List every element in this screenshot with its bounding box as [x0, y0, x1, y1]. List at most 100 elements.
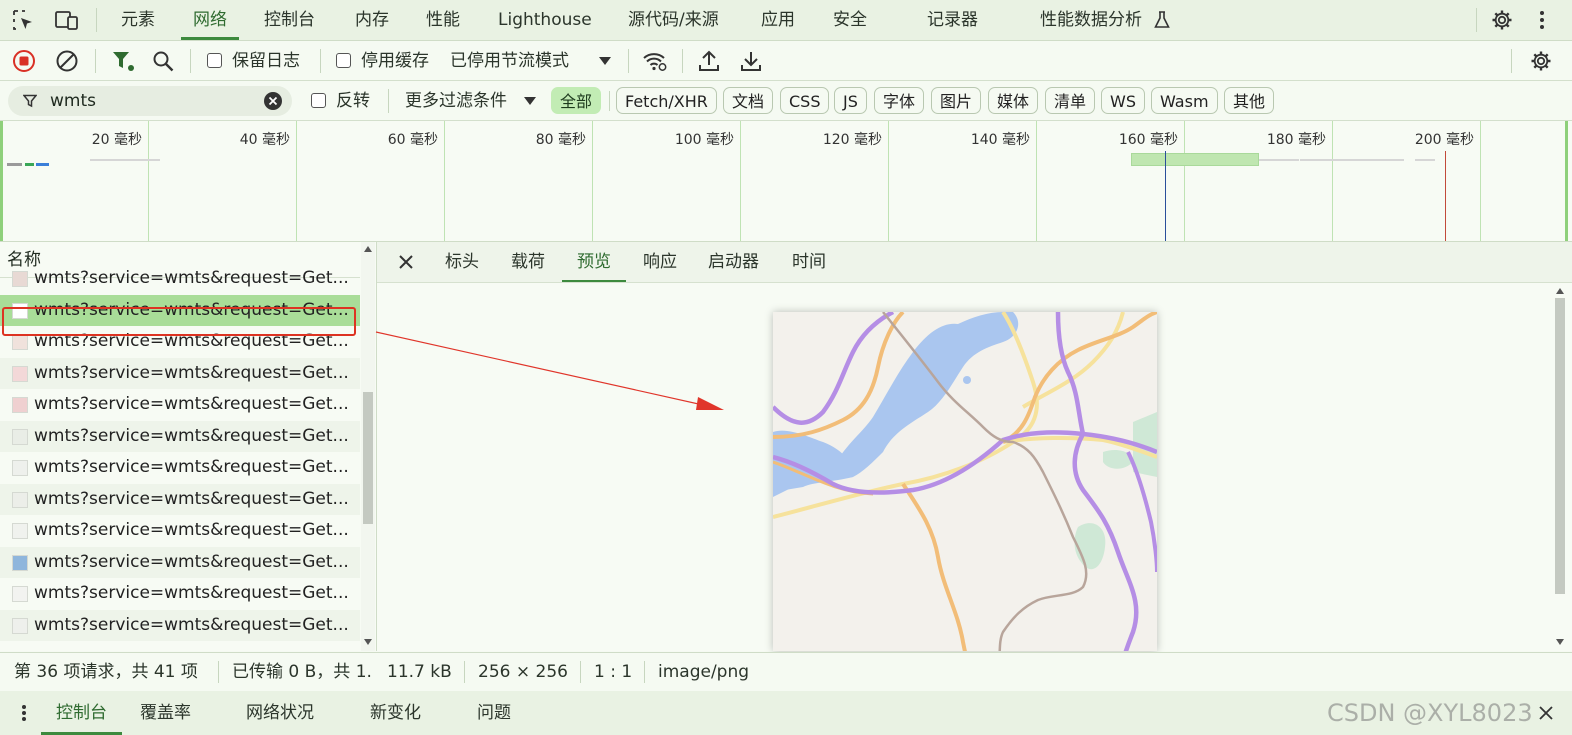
scroll-down-arrow-icon[interactable] — [1556, 639, 1564, 645]
detail-tabbar: 标头 载荷 预览 响应 启动器 时间 — [377, 242, 1572, 283]
tick-label: 40 毫秒 — [239, 132, 290, 148]
tab-initiator[interactable]: 启动器 — [708, 242, 759, 282]
type-filter-doc[interactable]: 文档 — [723, 87, 774, 114]
clear-icon[interactable] — [54, 49, 80, 73]
search-icon[interactable] — [150, 49, 176, 73]
type-filter-fetch-xhr[interactable]: Fetch/XHR — [616, 87, 717, 114]
clear-filter-icon[interactable] — [263, 91, 283, 111]
drawer-tab-whats-new[interactable]: 新变化 — [370, 691, 421, 735]
network-conditions-wifi-icon[interactable] — [641, 49, 669, 73]
tab-timing[interactable]: 时间 — [792, 242, 826, 282]
tab-response[interactable]: 响应 — [643, 242, 677, 282]
export-har-download-icon[interactable] — [739, 49, 763, 73]
network-settings-gear-icon[interactable] — [1528, 49, 1554, 73]
image-preview — [773, 312, 1157, 651]
scroll-up-arrow-icon[interactable] — [1556, 288, 1564, 294]
list-scrollbar-thumb[interactable] — [363, 392, 373, 524]
type-filter-manifest[interactable]: 清单 — [1045, 87, 1096, 114]
type-filter-ws[interactable]: WS — [1101, 87, 1145, 114]
filter-bar: wmts 反转 更多过滤条件 全部 Fetch/XHR 文档 CSS JS 字体… — [0, 81, 1572, 121]
drawer-tabbar: 控制台 覆盖率 网络状况 新变化 问题 CSDN @XYL8023 — [0, 691, 1572, 735]
request-row[interactable]: wmts?service=wmts&request=Get... — [0, 609, 360, 641]
tab-console[interactable]: 控制台 — [264, 0, 315, 40]
tab-security[interactable]: 安全 — [833, 0, 867, 40]
close-drawer-icon[interactable] — [1536, 703, 1556, 723]
type-filter-media[interactable]: 媒体 — [988, 87, 1039, 114]
tab-payload[interactable]: 载荷 — [511, 242, 545, 282]
transferred-text: 已传输 0 B，共 1. — [232, 662, 372, 682]
divider — [644, 661, 645, 683]
preview-scrollbar-thumb[interactable] — [1555, 298, 1565, 594]
record-stop-icon[interactable] — [11, 49, 37, 73]
request-row[interactable]: wmts?service=wmts&request=Get... — [0, 389, 360, 420]
request-row[interactable]: wmts?service=wmts&request=Get... — [0, 483, 360, 515]
inspect-element-icon[interactable] — [10, 8, 36, 32]
divider — [580, 661, 581, 683]
flask-icon — [1152, 10, 1172, 30]
devtools-panel-tabbar: 元素 网络 控制台 内存 性能 Lighthouse 源代码/来源 应用 安全 … — [0, 0, 1572, 41]
more-options-icon[interactable] — [1532, 8, 1552, 32]
drawer-tab-network-conditions[interactable]: 网络状况 — [246, 691, 314, 735]
filter-input[interactable]: wmts — [50, 90, 96, 112]
scroll-down-arrow-icon[interactable] — [364, 639, 372, 645]
request-row[interactable]: wmts?service=wmts&request=Get... — [0, 515, 360, 546]
type-filter-js[interactable]: JS — [834, 87, 867, 114]
device-toolbar-icon[interactable] — [53, 8, 81, 32]
tab-elements[interactable]: 元素 — [121, 0, 155, 40]
tab-network[interactable]: 网络 — [181, 0, 239, 40]
more-filters-dropdown[interactable]: 更多过滤条件 — [405, 91, 507, 111]
settings-gear-icon[interactable] — [1489, 8, 1515, 32]
dropdown-caret-icon[interactable] — [596, 53, 614, 69]
tick-label: 60 毫秒 — [387, 132, 438, 148]
request-list-panel: 名称 wmts?service=wmts&request=Get... wmts?… — [0, 242, 377, 651]
tab-performance-insights[interactable]: 性能数据分析 — [1040, 0, 1142, 40]
close-icon[interactable] — [396, 252, 416, 272]
disable-cache-checkbox[interactable] — [336, 53, 351, 68]
request-row[interactable]: wmts?service=wmts&request=Get... — [0, 452, 360, 483]
preview-scrollbar-track[interactable] — [1552, 284, 1568, 651]
type-filter-font[interactable]: 字体 — [874, 87, 925, 114]
tab-preview[interactable]: 预览 — [562, 242, 626, 282]
range-handle-right[interactable] — [1565, 121, 1568, 241]
preserve-log-checkbox[interactable] — [207, 53, 222, 68]
list-scrollbar-track[interactable] — [361, 242, 375, 651]
network-overview-timeline[interactable]: 20 毫秒 40 毫秒 60 毫秒 80 毫秒 100 毫秒 120 毫秒 14… — [0, 121, 1572, 242]
type-filter-img[interactable]: 图片 — [931, 87, 982, 114]
type-filter-wasm[interactable]: Wasm — [1151, 87, 1218, 114]
request-row[interactable]: wmts?service=wmts&request=Get... — [0, 578, 360, 609]
tab-lighthouse[interactable]: Lighthouse — [498, 0, 592, 40]
filter-funnel-icon[interactable] — [110, 49, 136, 73]
divider — [190, 49, 191, 73]
throttling-select[interactable]: 已停用节流模式 — [450, 51, 569, 71]
request-count-text: 第 36 项请求，共 41 项 — [14, 662, 198, 682]
request-row[interactable]: wmts?service=wmts&request=Get... — [0, 263, 360, 294]
drawer-tab-console[interactable]: 控制台 — [41, 691, 122, 735]
tick-label: 80 毫秒 — [535, 132, 586, 148]
invert-checkbox[interactable] — [311, 93, 326, 108]
grid-line — [888, 121, 889, 241]
type-filter-all[interactable]: 全部 — [551, 87, 602, 114]
drawer-menu-icon[interactable] — [16, 703, 32, 723]
import-har-upload-icon[interactable] — [697, 49, 721, 73]
tab-sources[interactable]: 源代码/来源 — [628, 0, 719, 40]
request-row[interactable]: wmts?service=wmts&request=Get... — [0, 357, 360, 389]
request-row[interactable]: wmts?service=wmts&request=Get... — [0, 546, 360, 578]
type-filter-other[interactable]: 其他 — [1224, 87, 1275, 114]
tick-label: 200 毫秒 — [1414, 132, 1474, 148]
tab-application[interactable]: 应用 — [761, 0, 795, 40]
scroll-up-arrow-icon[interactable] — [364, 246, 372, 252]
image-thumbnail-icon — [12, 397, 28, 413]
watermark-text: CSDN @XYL8023 — [1327, 699, 1533, 727]
drawer-tab-issues[interactable]: 问题 — [477, 691, 511, 735]
image-thumbnail-icon — [12, 365, 28, 382]
filter-input-box[interactable]: wmts — [8, 86, 292, 116]
tab-memory[interactable]: 内存 — [355, 0, 389, 40]
tab-recorder[interactable]: 记录器 — [927, 0, 978, 40]
request-row[interactable]: wmts?service=wmts&request=Get... — [0, 420, 360, 452]
drawer-tab-coverage[interactable]: 覆盖率 — [140, 691, 191, 735]
type-filter-css[interactable]: CSS — [780, 87, 830, 114]
dropdown-caret-icon[interactable] — [521, 93, 539, 109]
tab-headers[interactable]: 标头 — [445, 242, 479, 282]
tab-performance[interactable]: 性能 — [426, 0, 460, 40]
range-handle-left[interactable] — [0, 121, 3, 241]
